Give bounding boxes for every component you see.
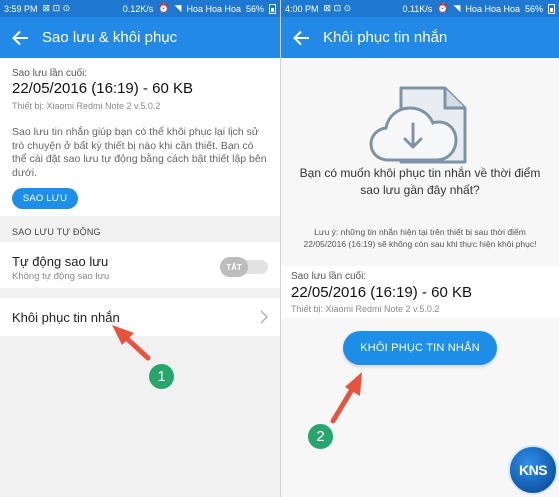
step-2-badge: 2 xyxy=(307,423,334,450)
annotation-arrows xyxy=(112,325,362,424)
arrow-step-2 xyxy=(330,372,362,424)
kns-watermark-logo: KNS xyxy=(508,445,558,495)
arrow-step-1 xyxy=(112,325,151,361)
step-1-badge: 1 xyxy=(148,363,175,390)
